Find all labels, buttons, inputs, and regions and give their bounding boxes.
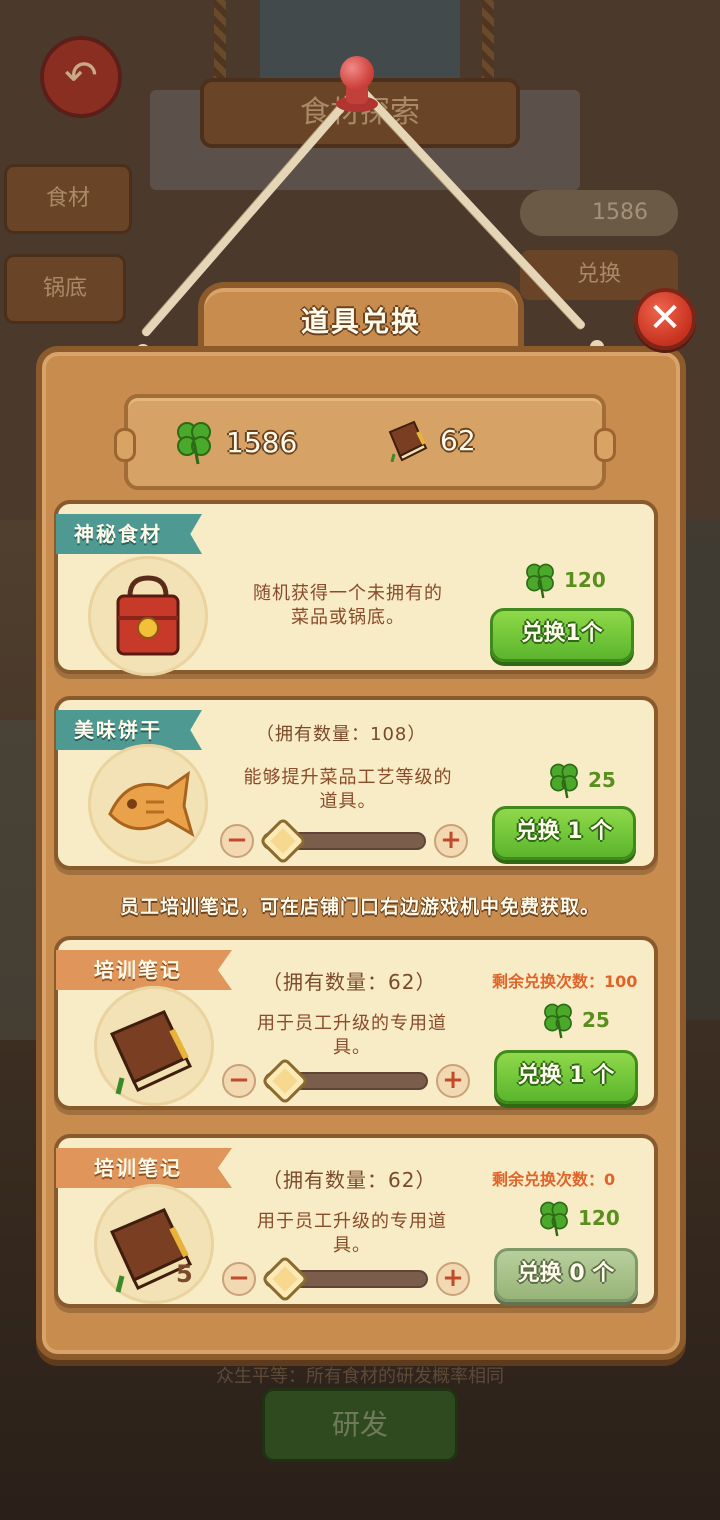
owned-count: （拥有数量：62） xyxy=(262,970,437,994)
remaining-exchanges: 剩余兑换次数：0 xyxy=(492,1170,616,1189)
description-line: 菜品或锅底。 xyxy=(291,607,405,628)
notebook-icon xyxy=(109,1208,193,1293)
item-quantity-badge: 5 xyxy=(176,1260,193,1288)
description-line: 具。 xyxy=(333,1235,371,1256)
item-description: 能够提升菜品工艺等级的 道具。 xyxy=(218,766,478,814)
currency-bar: 1586 62 xyxy=(114,394,616,490)
close-button[interactable]: ✕ xyxy=(634,288,696,350)
develop-button[interactable]: 研发 xyxy=(262,1388,458,1462)
cost-value: 120 xyxy=(578,1206,620,1230)
owned-count: （拥有数量：108） xyxy=(256,724,427,745)
cost-value: 25 xyxy=(588,768,616,792)
decrease-button[interactable]: − xyxy=(222,1262,256,1296)
exchange-item-card: 培训笔记 （拥有数量：62） 剩余兑换次数：0 5 用于员工升级的专用道 具。 … xyxy=(54,1134,658,1308)
item-icon-frame xyxy=(94,986,214,1106)
item-name-ribbon: 神秘食材 xyxy=(56,514,202,554)
item-name-ribbon: 培训笔记 xyxy=(56,950,232,990)
description-line: 能够提升菜品工艺等级的 xyxy=(243,767,453,788)
background-decoration xyxy=(680,520,720,1020)
clover-value: 1586 xyxy=(226,425,298,459)
back-button[interactable]: ↶ xyxy=(40,36,122,118)
dialog-title: 道具兑换 xyxy=(300,305,421,338)
decrease-button[interactable]: − xyxy=(220,824,254,858)
increase-button[interactable]: + xyxy=(434,824,468,858)
quantity-stepper[interactable]: − + xyxy=(222,1056,472,1106)
tab-ingredients[interactable]: 食材 xyxy=(4,164,132,234)
item-icon-frame xyxy=(88,744,208,864)
item-description: 用于员工升级的专用道 具。 xyxy=(232,1210,472,1258)
remaining-exchanges: 剩余兑换次数：100 xyxy=(492,972,638,991)
notebook-icon xyxy=(109,1010,193,1095)
quantity-slider-thumb[interactable] xyxy=(260,1056,310,1106)
exchange-item-card: 神秘食材 随机获得一个未拥有的 菜品或锅底。 120 兑换1个 xyxy=(54,500,658,676)
tab-soup-base[interactable]: 锅底 xyxy=(4,254,126,324)
notebook-currency: 62 xyxy=(384,418,476,462)
cost-value: 120 xyxy=(564,568,606,592)
owned-count: （拥有数量：62） xyxy=(262,1168,437,1192)
lunchbox-icon xyxy=(116,575,180,656)
item-icon-frame xyxy=(88,556,208,676)
quantity-slider-thumb[interactable] xyxy=(260,1254,310,1304)
quantity-slider-thumb[interactable] xyxy=(258,816,308,866)
description-line: 用于员工升级的专用道 xyxy=(257,1013,447,1034)
clover-icon xyxy=(177,422,211,465)
quantity-stepper[interactable]: − + xyxy=(220,816,470,866)
item-icon-frame xyxy=(94,1184,214,1304)
notebook-info: 员工培训笔记，可在店铺门口右边游戏机中免费获取。 xyxy=(119,896,600,918)
exchange-item-card: 培训笔记 （拥有数量：62） 剩余兑换次数：100 用于员工升级的专用道 具。 … xyxy=(54,936,658,1110)
fish-cookie-icon xyxy=(108,770,195,838)
item-name-ribbon: 培训笔记 xyxy=(56,1148,232,1188)
exchange-button[interactable]: 兑换 1 个 xyxy=(492,806,636,860)
item-cost: 25 xyxy=(546,760,616,800)
quantity-stepper[interactable]: − + xyxy=(222,1254,472,1304)
item-cost: 25 xyxy=(540,1000,610,1040)
item-description: 随机获得一个未拥有的 菜品或锅底。 xyxy=(228,582,468,630)
pushpin-icon xyxy=(334,56,380,114)
exchange-button[interactable]: 兑换 1 个 xyxy=(494,1050,638,1104)
close-icon: ✕ xyxy=(648,295,682,341)
item-description: 用于员工升级的专用道 具。 xyxy=(232,1012,472,1060)
exchange-item-card: 美味饼干 （拥有数量：108） 能够提升菜品工艺等级的 道具。 − + 25 兑… xyxy=(54,696,658,870)
decrease-button[interactable]: − xyxy=(222,1064,256,1098)
exchange-button-disabled[interactable]: 兑换 0 个 xyxy=(494,1248,638,1302)
description-line: 用于员工升级的专用道 xyxy=(257,1211,447,1232)
description-line: 随机获得一个未拥有的 xyxy=(253,583,443,604)
description-line: 道具。 xyxy=(319,791,377,812)
background-clover-counter: 1586 xyxy=(520,190,678,236)
increase-button[interactable]: + xyxy=(436,1064,470,1098)
notebook-icon xyxy=(388,420,428,462)
clover-icon xyxy=(526,563,554,599)
clover-icon xyxy=(540,1201,568,1237)
item-cost: 120 xyxy=(522,560,606,600)
background-clover-value: 1586 xyxy=(592,200,648,225)
clover-icon xyxy=(550,763,578,799)
description-line: 具。 xyxy=(333,1037,371,1058)
background-hint: 众生平等：所有食材的研发概率相同 xyxy=(216,1366,504,1387)
cost-value: 25 xyxy=(582,1008,610,1032)
background-decoration xyxy=(0,720,40,1040)
item-cost: 120 xyxy=(536,1198,620,1238)
clover-icon xyxy=(544,1003,572,1039)
exchange-button[interactable]: 兑换1个 xyxy=(490,608,634,662)
increase-button[interactable]: + xyxy=(436,1262,470,1296)
clover-currency: 1586 xyxy=(172,418,297,466)
notebook-value: 62 xyxy=(440,423,476,457)
